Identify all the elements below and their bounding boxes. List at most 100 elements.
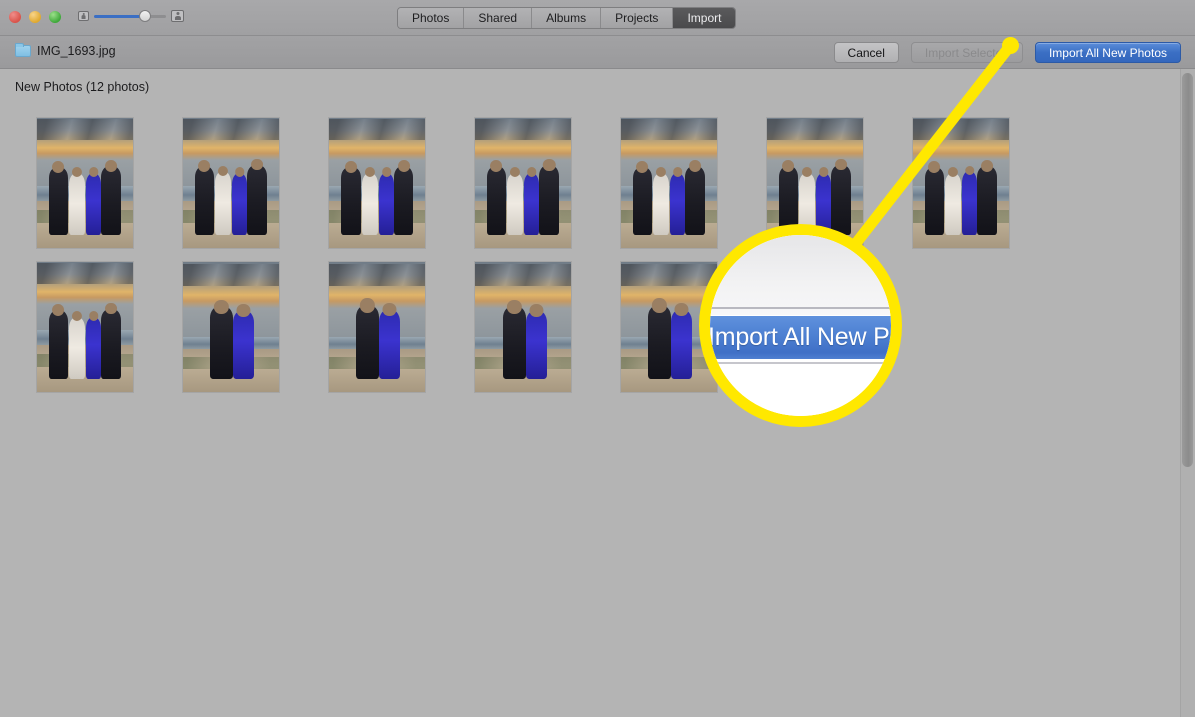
photo-figure-head	[672, 167, 683, 177]
magnifier-content: Import All New Photo	[710, 235, 891, 416]
photo-thumbnail[interactable]	[912, 117, 1010, 249]
photos-import-window: Photos Shared Albums Projects Import IMG…	[0, 0, 1195, 717]
photo-figure-head	[52, 161, 65, 174]
photo-thumbnail[interactable]	[328, 117, 426, 249]
photo-thumbnail-cell[interactable]	[158, 117, 304, 261]
slider-fill	[94, 15, 144, 18]
tab-photos-label: Photos	[412, 11, 450, 25]
tab-shared-label: Shared	[478, 11, 518, 25]
photo-figure	[961, 165, 978, 235]
photo-thumbnail[interactable]	[620, 117, 718, 249]
photo-thumbnail-cell[interactable]	[12, 117, 158, 261]
import-all-new-photos-button[interactable]: Import All New Photos	[1034, 42, 1181, 63]
photo-figure	[924, 161, 944, 235]
photo-figure	[68, 167, 85, 235]
tab-photos[interactable]: Photos	[398, 8, 465, 28]
photo-figure-head	[509, 167, 520, 178]
tab-import[interactable]: Import	[673, 8, 736, 28]
photo-figure-head	[71, 167, 82, 178]
callout-pointer-dot	[1002, 37, 1019, 54]
photo-figure	[361, 167, 378, 235]
magnifier-divider-lower	[710, 361, 891, 364]
photo-figure	[48, 303, 68, 379]
magnified-import-all-button: Import All New Photo	[710, 315, 891, 359]
photo-figure-head	[381, 167, 392, 177]
magnifier-lower-area	[710, 365, 891, 416]
thumbnail-size-slider[interactable]	[78, 10, 184, 22]
tab-albums[interactable]: Albums	[532, 8, 602, 28]
source-file-name: IMG_1693.jpg	[37, 44, 116, 58]
photo-thumbnail[interactable]	[36, 261, 134, 393]
photo-thumbnail[interactable]	[182, 117, 280, 249]
photo-figure-head	[526, 167, 537, 177]
photo-thumbnail-cell[interactable]	[304, 117, 450, 261]
tab-albums-label: Albums	[546, 11, 587, 25]
photo-figure	[506, 167, 523, 235]
photo-thumbnail[interactable]	[474, 261, 572, 393]
import-selected-button-label: Import Selected	[924, 45, 1009, 60]
photo-thumbnail-cell[interactable]	[450, 117, 596, 261]
import-all-new-photos-button-label: Import All New Photos	[1048, 45, 1167, 60]
photo-figure	[647, 298, 671, 379]
zoom-window-button[interactable]	[49, 11, 61, 23]
photo-figure	[652, 167, 669, 235]
vertical-scrollbar-thumb[interactable]	[1182, 73, 1193, 467]
photo-figure-head	[801, 167, 812, 178]
photo-figure-head	[104, 159, 117, 172]
photo-thumbnail-cell[interactable]	[158, 261, 304, 405]
photo-figure-head	[236, 303, 250, 317]
title-bar: Photos Shared Albums Projects Import	[0, 0, 1195, 36]
photo-figure-head	[928, 161, 941, 174]
photo-figure	[670, 302, 693, 379]
magnifier-callout: Import All New Photo	[699, 224, 902, 427]
photo-figure-head	[782, 159, 795, 172]
photo-figure	[539, 158, 560, 235]
slider-knob[interactable]	[139, 10, 151, 22]
photo-figure-head	[636, 161, 649, 174]
photo-thumbnail-cell[interactable]	[450, 261, 596, 405]
photo-thumbnail-cell[interactable]	[304, 261, 450, 405]
photo-figure	[944, 167, 961, 235]
photo-thumbnail[interactable]	[328, 261, 426, 393]
photo-thumbnail[interactable]	[474, 117, 572, 249]
cancel-button[interactable]: Cancel	[833, 42, 899, 63]
close-window-button[interactable]	[9, 11, 21, 23]
photo-figure	[231, 167, 248, 235]
photo-figure-head	[674, 302, 688, 316]
source-device-chip[interactable]: IMG_1693.jpg	[15, 43, 116, 58]
small-thumbnail-icon	[78, 11, 89, 21]
photo-figure	[523, 167, 540, 235]
photo-figure	[632, 161, 652, 235]
photo-figure	[48, 161, 68, 235]
photo-figure	[502, 299, 526, 379]
photo-figure-head	[382, 302, 396, 316]
vertical-scrollbar-track[interactable]	[1180, 69, 1195, 717]
magnifier-toolbar-area	[710, 235, 891, 315]
photo-figure-head	[818, 167, 829, 177]
minimize-window-button[interactable]	[29, 11, 41, 23]
photo-figure-head	[834, 158, 847, 171]
photo-figure-head	[250, 158, 263, 171]
slider-track[interactable]	[94, 10, 166, 22]
tab-shared[interactable]: Shared	[464, 8, 533, 28]
photo-figure-head	[88, 311, 99, 321]
photo-thumbnail[interactable]	[36, 117, 134, 249]
large-thumbnail-icon	[171, 10, 184, 22]
photo-figure	[378, 302, 401, 379]
photo-thumbnail[interactable]	[182, 261, 280, 393]
photo-figure	[685, 159, 705, 235]
photo-figure	[85, 167, 102, 235]
photo-figure	[341, 161, 361, 235]
photo-figure-head	[234, 167, 245, 177]
photo-figure	[209, 299, 233, 379]
photo-figure-head	[490, 159, 503, 172]
photo-figure-head	[652, 298, 667, 313]
photo-thumbnail-cell[interactable]	[888, 117, 1034, 261]
photo-thumbnail-cell[interactable]	[12, 261, 158, 405]
tab-projects[interactable]: Projects	[601, 8, 674, 28]
cancel-button-label: Cancel	[847, 45, 885, 60]
photo-figure-head	[52, 303, 65, 316]
photo-figure-head	[360, 298, 375, 313]
photo-figure	[68, 311, 85, 379]
photo-figure-head	[947, 167, 958, 178]
